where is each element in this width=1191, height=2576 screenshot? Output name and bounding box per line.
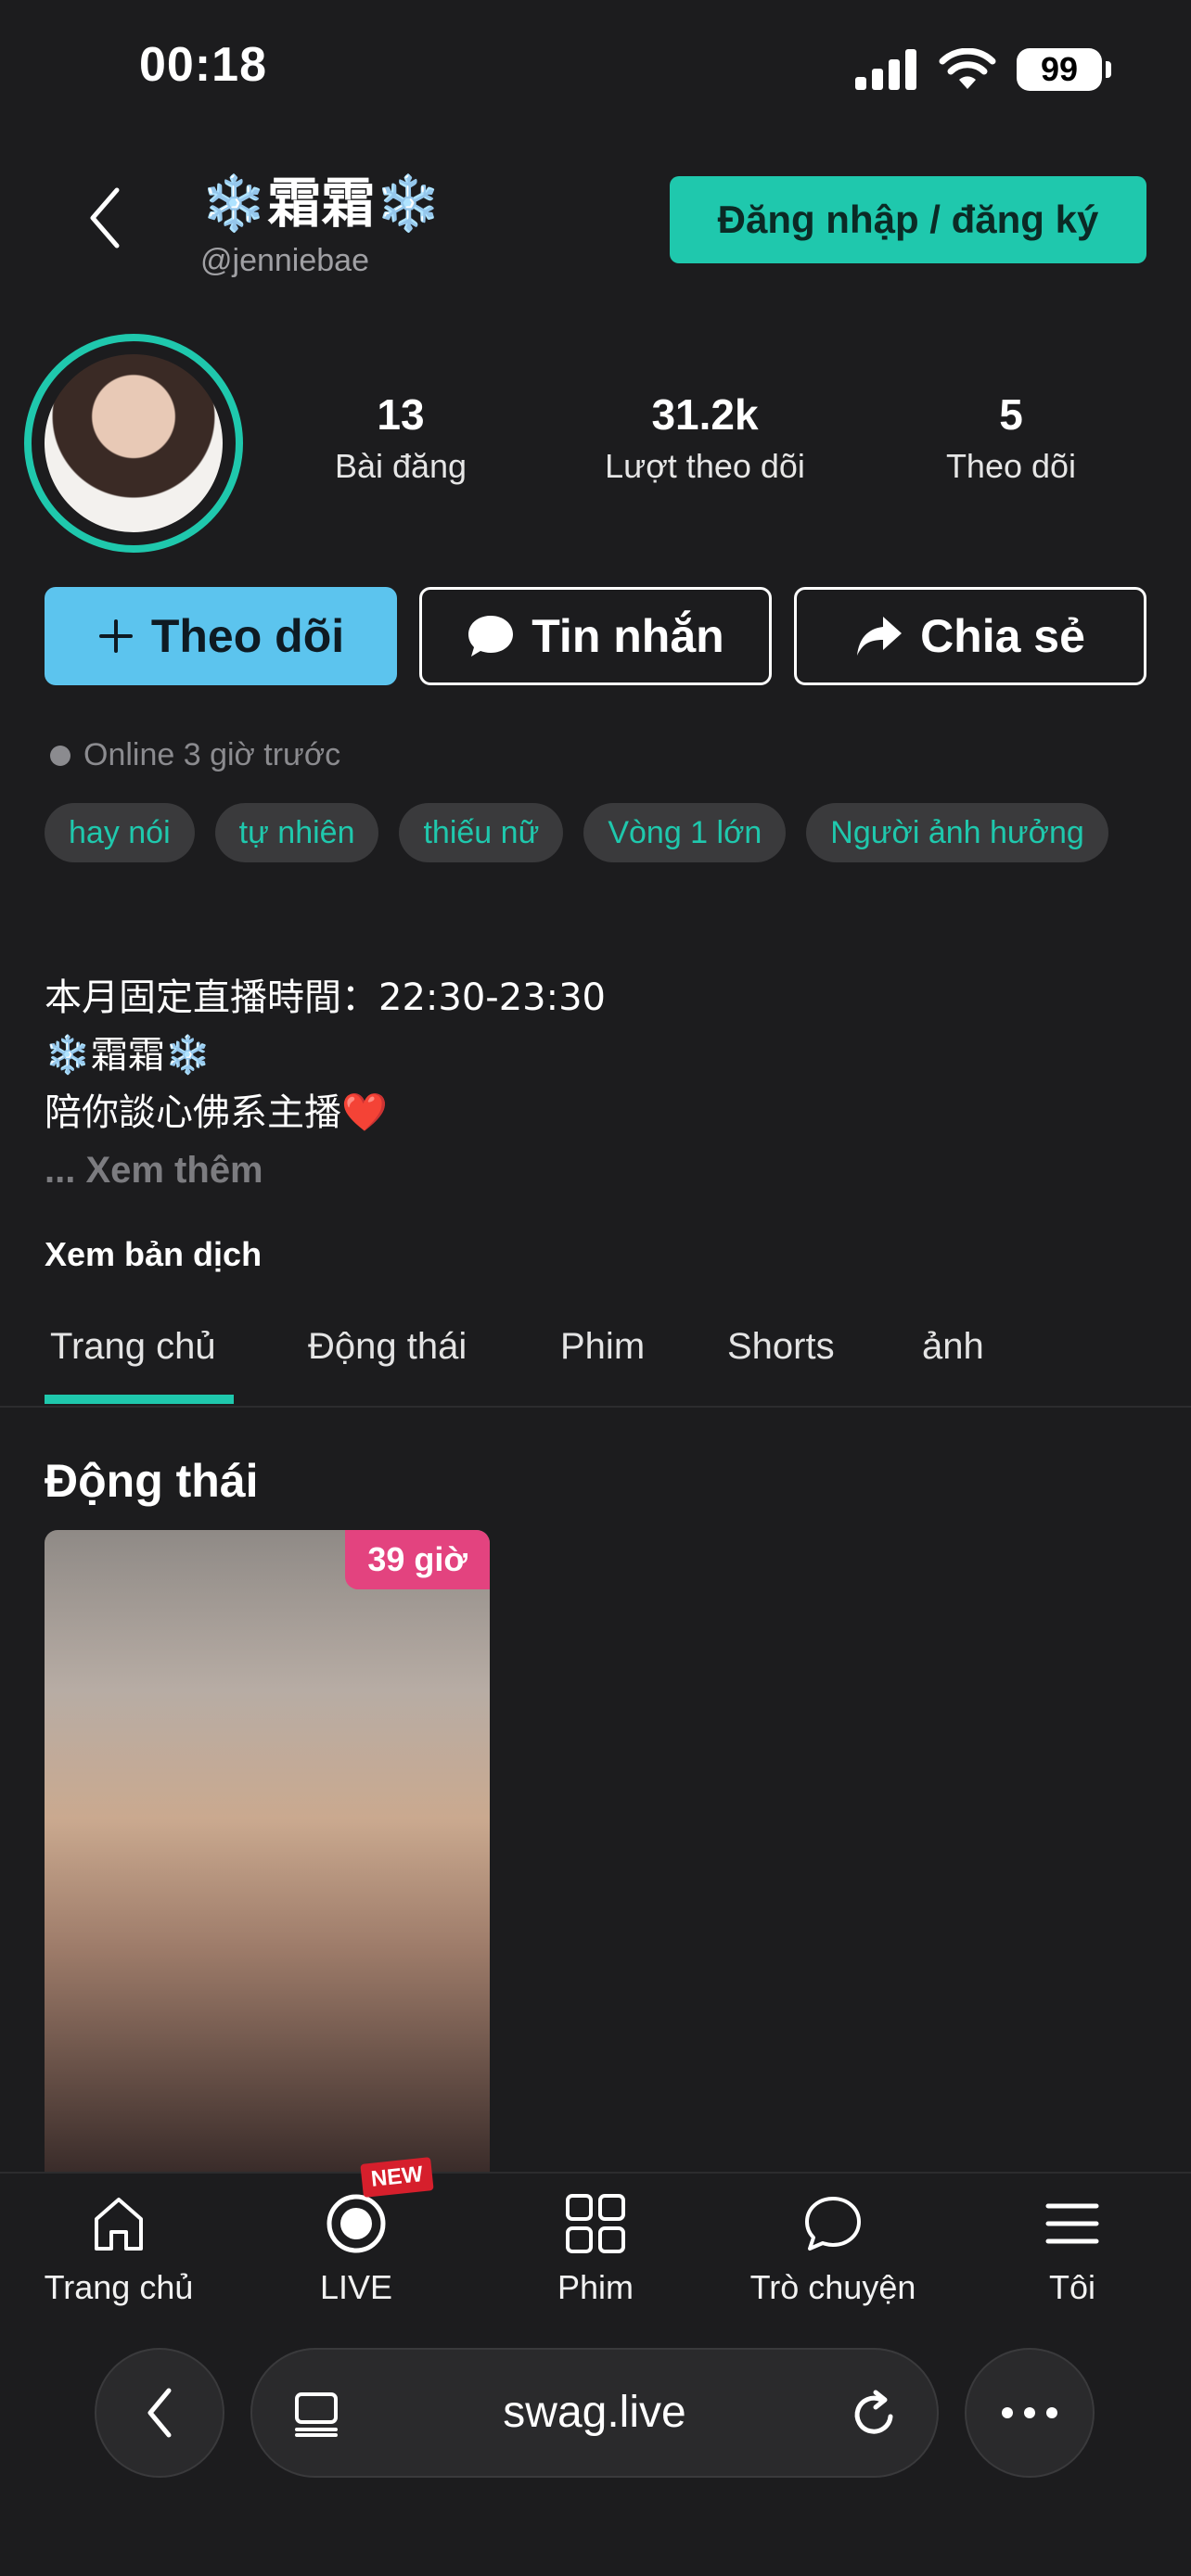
stat-label: Bài đăng xyxy=(334,447,467,485)
nav-me[interactable]: Tôi xyxy=(970,2174,1174,2307)
share-label: Chia sẻ xyxy=(920,610,1085,662)
section-title: Động thái xyxy=(45,1455,259,1507)
tag-chip[interactable]: hay nói xyxy=(45,803,195,862)
share-button[interactable]: Chia sẻ xyxy=(794,587,1146,685)
reload-icon xyxy=(854,2390,893,2434)
profile-name: ❄️霜霜❄️ xyxy=(200,172,442,235)
follow-label: Theo dõi xyxy=(150,610,345,662)
stat-followers[interactable]: 31.2k Lượt theo dõi xyxy=(575,389,835,486)
grid-icon xyxy=(566,2194,625,2253)
more-dots-icon xyxy=(1002,2407,1057,2418)
time-badge: 39 giờ xyxy=(345,1530,490,1589)
bottom-nav: Trang chủ NEW LIVE Phim Trò chuyện Tôi xyxy=(0,2157,1191,2311)
stat-following[interactable]: 5 Theo dõi xyxy=(918,389,1104,486)
online-dot-icon xyxy=(50,745,70,766)
nav-label: Trang chủ xyxy=(44,2268,194,2306)
chat-icon xyxy=(805,2197,861,2251)
activity-card[interactable]: 39 giờ xyxy=(45,1530,490,2172)
stat-label: Theo dõi xyxy=(945,447,1077,485)
avatar[interactable] xyxy=(24,334,243,553)
nav-label: Phim xyxy=(557,2268,634,2306)
menu-icon xyxy=(1045,2203,1099,2244)
nav-label: LIVE xyxy=(319,2268,393,2306)
stat-posts[interactable]: 13 Bài đăng xyxy=(308,389,493,486)
tag-chip[interactable]: Vòng 1 lớn xyxy=(583,803,787,862)
bio-line: ❄️霜霜❄️ xyxy=(45,1034,211,1077)
live-record-icon xyxy=(327,2194,386,2253)
message-label: Tin nhắn xyxy=(531,610,724,662)
browser-back-button[interactable] xyxy=(95,2348,224,2478)
browser-more-button[interactable] xyxy=(965,2348,1095,2478)
new-badge: NEW xyxy=(360,2157,434,2198)
url-text: swag.live xyxy=(503,2388,686,2437)
status-time: 00:18 xyxy=(139,38,267,92)
battery-indicator: 99 xyxy=(1017,48,1111,91)
nav-live[interactable]: NEW LIVE xyxy=(254,2157,458,2307)
stat-value: 13 xyxy=(377,390,425,439)
profile-handle: @jenniebae xyxy=(200,243,369,278)
bio-line: 陪你談心佛系主播❤️ xyxy=(45,1091,388,1134)
stat-label: Lượt theo dõi xyxy=(605,447,805,485)
bio-text: 本月固定直播時間：22:30-23:30 ❄️霜霜❄️ 陪你談心佛系主播❤️ xyxy=(45,969,606,1141)
tab-photos[interactable]: ảnh xyxy=(922,1326,984,1368)
back-button[interactable] xyxy=(78,181,134,255)
stat-value: 31.2k xyxy=(651,390,759,439)
see-more-link[interactable]: ... Xem thêm xyxy=(45,1150,263,1192)
chevron-left-icon xyxy=(147,2388,172,2438)
avatar-image xyxy=(45,354,223,532)
plus-icon xyxy=(98,619,133,653)
tag-chip[interactable]: thiếu nữ xyxy=(399,803,564,862)
tag-chip[interactable]: Người ảnh hưởng xyxy=(806,803,1108,862)
browser-toolbar: swag.live xyxy=(0,2311,1191,2576)
message-button[interactable]: Tin nhắn xyxy=(419,587,772,685)
login-register-button[interactable]: Đăng nhập / đăng ký xyxy=(670,176,1146,263)
nav-label: Tôi xyxy=(1048,2268,1095,2306)
tab-home[interactable]: Trang chủ xyxy=(50,1326,216,1368)
bio-line: 本月固定直播時間：22:30-23:30 xyxy=(45,976,606,1019)
tab-activity[interactable]: Động thái xyxy=(308,1326,467,1368)
nav-label: Trò chuyện xyxy=(749,2268,916,2306)
active-tab-indicator xyxy=(45,1395,234,1404)
home-icon xyxy=(95,2198,143,2251)
signal-icon xyxy=(855,49,916,90)
nav-home[interactable]: Trang chủ xyxy=(17,2174,221,2307)
tab-movies[interactable]: Phim xyxy=(560,1326,645,1368)
online-text: Online 3 giờ trước xyxy=(83,737,341,772)
share-arrow-icon xyxy=(857,617,903,656)
tag-chip[interactable]: tự nhiên xyxy=(214,803,379,862)
nav-movies[interactable]: Phim xyxy=(493,2174,698,2307)
chat-bubble-icon xyxy=(468,616,514,657)
follow-button[interactable]: Theo dõi xyxy=(45,587,397,685)
nav-chat[interactable]: Trò chuyện xyxy=(731,2174,935,2307)
tab-shorts[interactable]: Shorts xyxy=(727,1326,835,1368)
see-translation-link[interactable]: Xem bản dịch xyxy=(45,1235,262,1274)
chevron-left-icon xyxy=(90,187,120,249)
stat-value: 5 xyxy=(999,390,1023,439)
online-status: Online 3 giờ trước xyxy=(50,737,340,773)
status-icons: 99 xyxy=(855,46,1111,93)
address-bar[interactable]: swag.live xyxy=(250,2348,939,2478)
tag-list: hay nói tự nhiên thiếu nữ Vòng 1 lớn Ngư… xyxy=(45,803,1158,862)
wifi-icon xyxy=(939,48,996,89)
